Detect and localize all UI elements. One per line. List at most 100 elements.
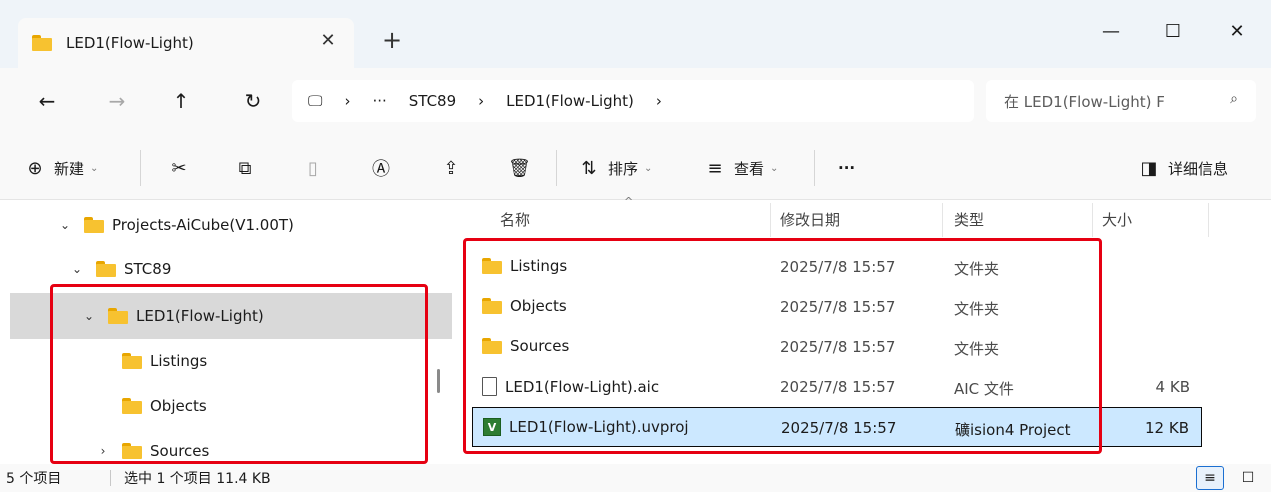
chevron-down-icon: ⌄ — [90, 162, 99, 174]
tree-item-label: Objects — [150, 397, 207, 415]
chevron-down-icon[interactable]: ⌄ — [78, 309, 100, 323]
folder-icon — [84, 217, 104, 233]
file-type: 文件夹 — [954, 300, 1000, 318]
title-bar: LED1(Flow-Light) ✕ + — ☐ ✕ — [0, 0, 1271, 68]
new-button[interactable]: ⊕ 新建 ⌄ — [24, 154, 98, 182]
chevron-down-icon[interactable]: ⌄ — [54, 218, 76, 232]
file-type: 礦ision4 Project — [955, 421, 1071, 439]
details-view-button[interactable]: ≡ — [1196, 466, 1224, 490]
maximize-button[interactable]: ☐ — [1150, 14, 1196, 48]
file-name: Sources — [510, 337, 570, 355]
sort-icon: ⇅ — [581, 157, 597, 179]
breadcrumb-led1[interactable]: LED1(Flow-Light) — [506, 92, 634, 110]
delete-button[interactable]: 🗑 — [508, 154, 531, 182]
tree-item-label: Projects-AiCube(V1.00T) — [112, 216, 294, 234]
refresh-button[interactable]: ↻ — [238, 86, 268, 116]
file-date: 2025/7/8 15:57 — [780, 258, 896, 276]
column-separator[interactable] — [1092, 203, 1093, 237]
breadcrumb-separator[interactable]: › — [656, 92, 662, 110]
search-input[interactable]: 在 LED1(Flow-Light) F ⌕ — [986, 80, 1256, 122]
up-button[interactable]: ↑ — [166, 86, 196, 116]
file-date: 2025/7/8 15:57 — [780, 338, 896, 356]
share-icon: ⇪ — [443, 157, 459, 179]
clipboard-icon: ▯ — [308, 157, 318, 179]
column-date[interactable]: 修改日期 — [780, 209, 840, 230]
file-row-listings[interactable]: Listings 2025/7/8 15:57 文件夹 — [472, 247, 1202, 287]
rename-button[interactable]: Ⓐ — [370, 154, 392, 182]
new-tab-button[interactable]: + — [378, 28, 406, 52]
tree-item-sources[interactable]: › Sources — [92, 429, 210, 464]
folder-icon — [122, 353, 142, 369]
file-date: 2025/7/8 15:57 — [780, 298, 896, 316]
divider — [110, 470, 111, 486]
tree-item-label: Listings — [150, 352, 208, 370]
breadcrumb-overflow[interactable]: ··· — [372, 92, 386, 110]
tab-title: LED1(Flow-Light) — [66, 34, 194, 52]
pc-icon[interactable]: 🖵 — [308, 92, 322, 110]
tree-item-projects[interactable]: ⌄ Projects-AiCube(V1.00T) — [54, 203, 294, 247]
paste-button[interactable]: ▯ — [302, 154, 324, 182]
breadcrumb-separator[interactable]: › — [478, 92, 484, 110]
chevron-right-icon[interactable]: › — [92, 444, 114, 458]
share-button[interactable]: ⇪ — [440, 154, 462, 182]
details-pane-button[interactable]: ◨ 详细信息 — [1138, 154, 1228, 182]
scrollbar-thumb[interactable] — [437, 369, 440, 393]
tree-item-stc89[interactable]: ⌄ STC89 — [66, 247, 171, 291]
forward-button[interactable]: → — [102, 86, 132, 116]
tab-led1[interactable]: LED1(Flow-Light) ✕ — [18, 18, 354, 68]
column-separator[interactable] — [770, 203, 771, 237]
chevron-down-icon: ⌄ — [770, 162, 779, 174]
trash-icon: 🗑 — [508, 157, 531, 179]
minimize-button[interactable]: — — [1088, 14, 1134, 48]
tree-item-listings[interactable]: Listings — [92, 339, 207, 383]
status-bar: 5 个项目 选中 1 个项目 11.4 KB ≡ ☐ — [0, 464, 1271, 492]
column-size[interactable]: 大小 — [1102, 209, 1132, 230]
file-type: AIC 文件 — [954, 380, 1014, 398]
back-button[interactable]: ← — [32, 86, 62, 116]
file-type: 文件夹 — [954, 260, 1000, 278]
breadcrumb-separator[interactable]: › — [344, 92, 350, 110]
folder-icon — [482, 298, 502, 314]
search-icon: ⌕ — [1230, 91, 1238, 107]
selection-info: 选中 1 个项目 11.4 KB — [124, 471, 271, 487]
copy-button[interactable]: ⧉ — [234, 154, 256, 182]
close-window-button[interactable]: ✕ — [1214, 14, 1260, 48]
file-icon — [482, 377, 497, 396]
cut-button[interactable]: ✂ — [168, 154, 190, 182]
folder-icon — [122, 443, 142, 459]
file-name: LED1(Flow-Light).aic — [505, 377, 660, 396]
chevron-down-icon: ⌄ — [644, 162, 653, 174]
file-row-aic[interactable]: LED1(Flow-Light).aic 2025/7/8 15:57 AIC … — [472, 367, 1202, 407]
sort-label: 排序 — [608, 159, 639, 178]
navigation-bar: ← → ↑ ↻ 🖵 › ··· STC89 › LED1(Flow-Light)… — [0, 68, 1271, 134]
folder-icon — [122, 398, 142, 414]
file-list: 名称 ^ 修改日期 类型 大小 Listings 2025/7/8 15:57 … — [462, 195, 1271, 464]
file-name: Listings — [510, 257, 568, 275]
tree-item-led1[interactable]: ⌄ LED1(Flow-Light) — [78, 294, 264, 338]
item-count: 5 个项目 — [6, 471, 62, 487]
view-button[interactable]: ≡ 查看 ⌄ — [704, 154, 778, 182]
tree-item-label: Sources — [150, 442, 210, 460]
sort-button[interactable]: ⇅ 排序 ⌄ — [578, 154, 652, 182]
address-bar[interactable]: 🖵 › ··· STC89 › LED1(Flow-Light) › — [292, 80, 974, 122]
divider — [140, 150, 141, 186]
file-row-objects[interactable]: Objects 2025/7/8 15:57 文件夹 — [472, 287, 1202, 327]
file-row-sources[interactable]: Sources 2025/7/8 15:57 文件夹 — [472, 327, 1202, 367]
column-name-label: 名称 — [500, 211, 531, 229]
column-separator[interactable] — [942, 203, 943, 237]
breadcrumb-stc89[interactable]: STC89 — [409, 92, 456, 110]
tab-close-button[interactable]: ✕ — [316, 30, 340, 51]
column-separator[interactable] — [1208, 203, 1209, 237]
tree-item-objects[interactable]: Objects — [92, 384, 207, 428]
folder-icon — [96, 261, 116, 277]
column-type[interactable]: 类型 — [954, 209, 984, 230]
folder-icon — [108, 308, 128, 324]
copy-icon: ⧉ — [238, 157, 252, 179]
tiles-view-button[interactable]: ☐ — [1234, 466, 1262, 490]
chevron-down-icon[interactable]: ⌄ — [66, 262, 88, 276]
more-button[interactable]: ··· — [838, 154, 855, 182]
navigation-pane: ⌄ Projects-AiCube(V1.00T) ⌄ STC89 ⌄ LED1… — [0, 201, 452, 464]
column-name[interactable]: 名称 — [500, 209, 530, 230]
file-row-uvproj[interactable]: V LED1(Flow-Light).uvproj 2025/7/8 15:57 … — [472, 407, 1202, 447]
view-icon: ≡ — [707, 157, 723, 179]
